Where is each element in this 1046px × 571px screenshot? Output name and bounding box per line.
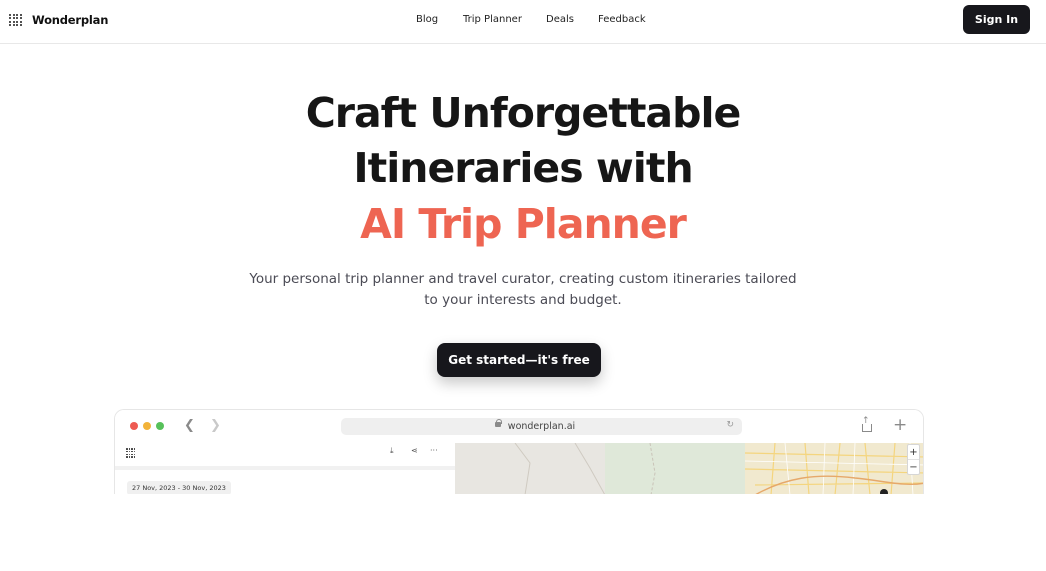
window-minimize-dot — [143, 422, 151, 430]
download-icon: ⤓ — [390, 446, 394, 455]
nav-link-trip-planner[interactable]: Trip Planner — [463, 14, 522, 25]
trip-date-range: 27 Nov, 2023 - 30 Nov, 2023 — [127, 481, 231, 494]
panel-divider — [115, 466, 455, 470]
app-dot-grid-logo-icon — [126, 448, 136, 458]
new-tab-icon: + — [893, 415, 908, 435]
itinerary-panel: ⤓ ⋖ ··· 27 Nov, 2023 - 30 Nov, 2023 — [115, 443, 455, 494]
nav-link-deals[interactable]: Deals — [546, 14, 574, 25]
window-maximize-dot — [156, 422, 164, 430]
sign-in-button[interactable]: Sign In — [963, 5, 1030, 34]
map-graphic — [455, 443, 923, 494]
zoom-in-button: + — [908, 447, 919, 460]
back-arrow-icon: ❮ — [184, 418, 195, 433]
hero-subtitle-line-2: to your interests and budget. — [424, 292, 622, 308]
nav-link-blog[interactable]: Blog — [416, 14, 438, 25]
forward-arrow-icon: ❯ — [210, 418, 221, 433]
zoom-out-button: − — [909, 462, 918, 473]
reload-icon: ↻ — [726, 420, 734, 430]
hero-subtitle-line-1: Your personal trip planner and travel cu… — [249, 271, 797, 287]
get-started-button[interactable]: Get started—it's free — [437, 343, 601, 377]
map-zoom-control: + − — [907, 444, 920, 475]
nav-links: Blog Trip Planner Deals Feedback — [0, 14, 1046, 28]
hero-title-highlight: AI Trip Planner — [360, 200, 687, 248]
nav-link-feedback[interactable]: Feedback — [598, 14, 646, 25]
address-bar: wonderplan.ai ↻ — [341, 418, 742, 435]
map-preview — [455, 443, 923, 494]
address-url: wonderplan.ai — [507, 421, 576, 432]
hero-title-line-1: Craft Unforgettable — [305, 89, 742, 137]
browser-toolbar: ❮ ❯ wonderplan.ai ↻ + — [115, 410, 923, 443]
more-options-icon: ··· — [430, 446, 438, 455]
share-icon — [860, 416, 872, 433]
window-close-dot — [130, 422, 138, 430]
share-nodes-icon: ⋖ — [411, 446, 418, 455]
hero-title-line-2: Itineraries with — [353, 144, 693, 192]
browser-preview: ❮ ❯ wonderplan.ai ↻ + ⤓ ⋖ ··· 27 Nov, 20… — [114, 409, 924, 494]
top-navbar: Wonderplan Blog Trip Planner Deals Feedb… — [0, 0, 1046, 44]
